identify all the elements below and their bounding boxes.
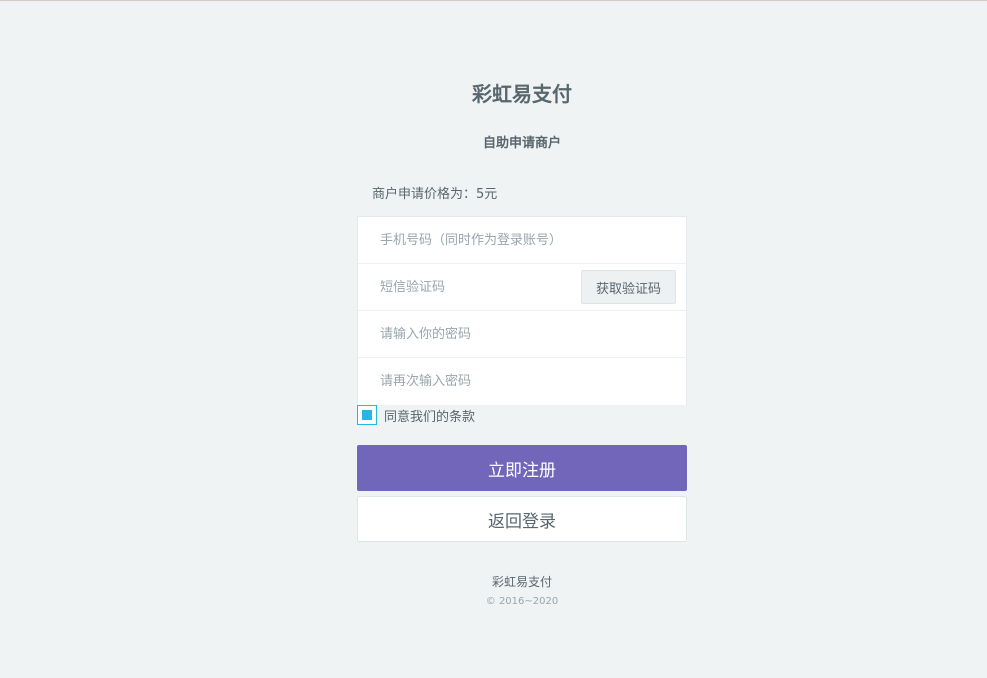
- top-divider: [0, 0, 987, 1]
- sms-code-input[interactable]: [358, 264, 578, 310]
- agree-terms: 同意我们的条款: [357, 405, 475, 425]
- phone-row: [358, 217, 686, 264]
- password-row: [358, 311, 686, 358]
- page-subtitle: 自助申请商户: [482, 136, 561, 151]
- password-confirm-row: [358, 358, 686, 405]
- checkbox-checked-icon: [362, 410, 372, 420]
- register-form: 获取验证码: [357, 216, 687, 405]
- footer-brand: 彩虹易支付: [491, 575, 552, 589]
- sms-row: 获取验证码: [358, 264, 686, 311]
- register-button[interactable]: 立即注册: [357, 445, 687, 491]
- agree-checkbox[interactable]: [357, 405, 377, 425]
- price-text: 商户申请价格为：5元: [372, 187, 498, 202]
- brand-title: 彩虹易支付: [472, 82, 572, 106]
- footer-copyright: © 2016~2020: [485, 596, 559, 607]
- password-input[interactable]: [358, 311, 686, 357]
- get-sms-code-button[interactable]: 获取验证码: [581, 270, 676, 304]
- back-to-login-button[interactable]: 返回登录: [357, 496, 687, 542]
- agree-label[interactable]: 同意我们的条款: [384, 406, 475, 425]
- phone-input[interactable]: [358, 217, 686, 263]
- password-confirm-input[interactable]: [358, 358, 686, 405]
